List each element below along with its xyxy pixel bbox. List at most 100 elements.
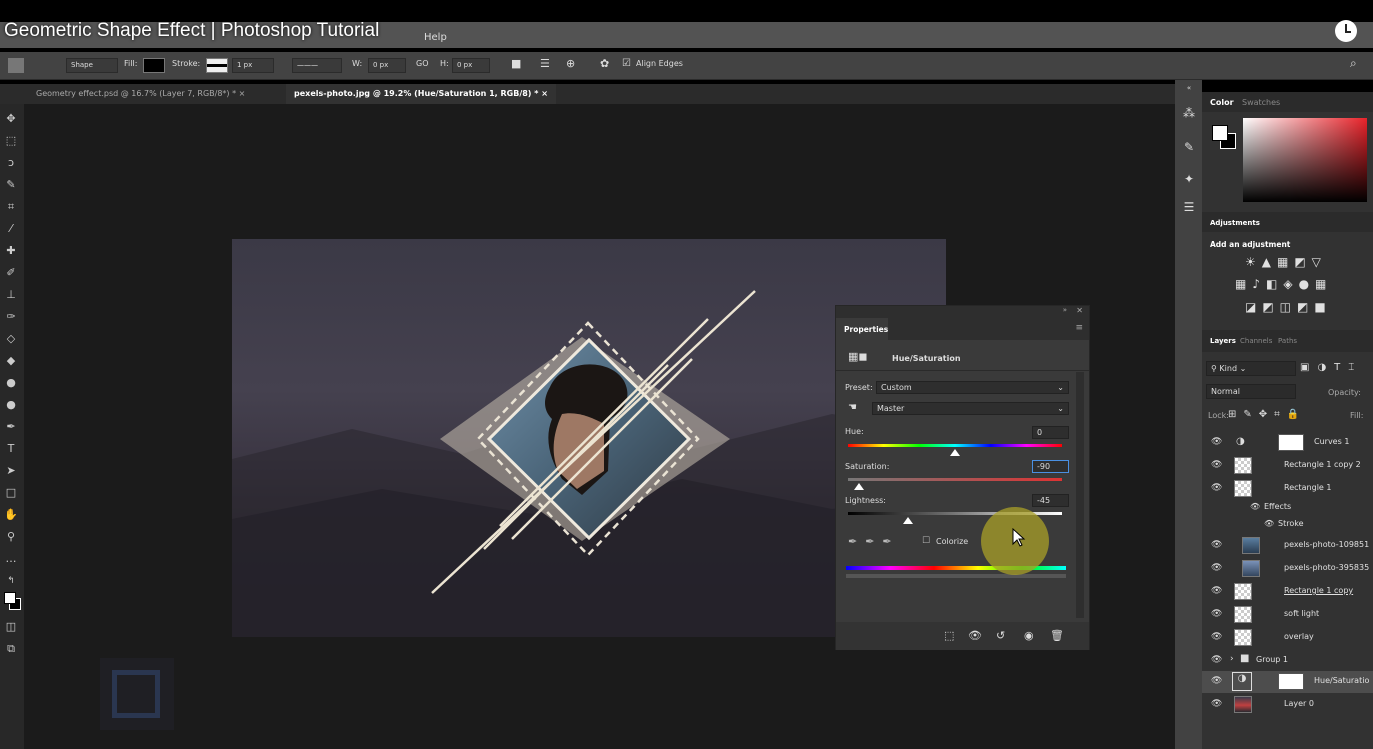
tab-properties[interactable]: Properties: [836, 318, 888, 340]
stroke-eye-icon[interactable]: 👁: [1264, 519, 1274, 528]
layer-row[interactable]: 👁 Rectangle 1 copy: [1202, 581, 1373, 603]
tab-swatches[interactable]: Swatches: [1242, 98, 1280, 107]
tab-channels[interactable]: Channels: [1240, 337, 1272, 345]
lasso-tool-icon[interactable]: ↄ: [4, 156, 18, 170]
menu-help[interactable]: Help: [424, 32, 447, 43]
quick-select-tool-icon[interactable]: ✎: [4, 178, 18, 192]
layer-row-selected[interactable]: 👁 ◑ Hue/Saturatio: [1202, 671, 1373, 693]
path-select-tool-icon[interactable]: ➤: [4, 464, 18, 478]
layer-effect-stroke-row[interactable]: 👁 Stroke: [1202, 516, 1373, 532]
blend-mode-select[interactable]: Normal: [1206, 384, 1296, 399]
panel-menu-icon[interactable]: ≡: [1075, 323, 1083, 333]
visibility-eye-icon[interactable]: 👁: [1211, 483, 1222, 493]
visibility-eye-icon[interactable]: 👁: [1211, 655, 1222, 665]
hue-value-field[interactable]: 0: [1032, 426, 1069, 439]
brush-tool-icon[interactable]: ✐: [4, 266, 18, 280]
visibility-eye-icon[interactable]: 👁: [1211, 563, 1222, 573]
trash-icon[interactable]: 🗑: [1050, 629, 1064, 642]
lightness-slider-knob[interactable]: [902, 517, 913, 524]
path-alignment-icon[interactable]: ☰: [540, 57, 550, 70]
tool-presets-icon[interactable]: ✦: [1181, 172, 1197, 188]
color-spectrum-picker[interactable]: [1243, 118, 1367, 202]
tab-paths[interactable]: Paths: [1278, 337, 1297, 345]
chevron-right-icon[interactable]: ›: [1230, 654, 1234, 664]
eyedropper-tool-icon[interactable]: ⁄: [4, 222, 18, 236]
reset-icon[interactable]: ↺: [996, 629, 1005, 642]
stroke-swatch[interactable]: [206, 58, 228, 73]
zoom-tool-icon[interactable]: ⚲: [4, 530, 18, 544]
close-icon[interactable]: ×: [541, 89, 548, 98]
layer-row[interactable]: 👁 Rectangle 1 copy 2: [1202, 455, 1373, 477]
adjustment-icons-row1[interactable]: ☀▲▦◩▽: [1245, 255, 1327, 269]
visibility-eye-icon[interactable]: 👁: [1211, 632, 1222, 642]
view-previous-state-icon[interactable]: 👁: [968, 629, 982, 642]
tab-color[interactable]: Color: [1210, 98, 1234, 107]
eraser-tool-icon[interactable]: ◇: [4, 332, 18, 346]
layer-row[interactable]: 👁 Layer 0: [1202, 694, 1373, 716]
eyedropper-icons[interactable]: ✒✒✒: [848, 535, 900, 548]
hue-slider-track[interactable]: [848, 444, 1062, 447]
layer-row[interactable]: 👁 pexels-photo-109851: [1202, 535, 1373, 557]
layer-row[interactable]: 👁 ◑ Curves 1: [1202, 432, 1373, 454]
targeted-adjustment-hand-icon[interactable]: ☚: [848, 402, 857, 413]
collapse-icon[interactable]: »: [1063, 306, 1067, 314]
path-arrangement-icon[interactable]: ⊕: [566, 57, 575, 70]
close-icon[interactable]: ✕: [1076, 306, 1083, 315]
visibility-eye-icon[interactable]: 👁: [1211, 586, 1222, 596]
type-tool-icon[interactable]: T: [4, 442, 18, 456]
search-icon[interactable]: ⌕: [1350, 56, 1357, 71]
properties-scrollbar[interactable]: [1076, 372, 1084, 618]
visibility-eye-icon[interactable]: 👁: [1211, 460, 1222, 470]
tab-geometry-effect[interactable]: Geometry effect.psd @ 16.7% (Layer 7, RG…: [28, 84, 253, 104]
visibility-eye-icon[interactable]: 👁: [1211, 699, 1222, 709]
more-tools-icon[interactable]: …: [4, 552, 18, 566]
path-operations-icon[interactable]: ■: [511, 57, 521, 70]
layer-effects-row[interactable]: 👁 Effects: [1202, 499, 1373, 515]
pen-tool-icon[interactable]: ✒: [4, 420, 18, 434]
tab-pexels-photo[interactable]: pexels-photo.jpg @ 19.2% (Hue/Saturation…: [286, 84, 556, 104]
dodge-tool-icon[interactable]: ●: [4, 398, 18, 412]
blur-tool-icon[interactable]: ●: [4, 376, 18, 390]
layer-filter-select[interactable]: ⚲ Kind ⌄: [1206, 361, 1296, 376]
screen-mode-icon[interactable]: ⧉: [4, 642, 18, 656]
quick-mask-icon[interactable]: ◫: [4, 620, 18, 634]
swap-colors-icon[interactable]: ↰: [4, 574, 18, 588]
move-tool-icon[interactable]: ✥: [4, 112, 18, 126]
watch-later-icon[interactable]: [1335, 20, 1357, 42]
history-brush-icon[interactable]: ✑: [4, 310, 18, 324]
tab-adjustments[interactable]: Adjustments: [1210, 219, 1260, 227]
layer-row[interactable]: 👁 Rectangle 1: [1202, 478, 1373, 500]
effects-eye-icon[interactable]: 👁: [1250, 502, 1260, 511]
fill-swatch[interactable]: [143, 58, 165, 73]
gear-icon[interactable]: ✿: [600, 57, 609, 70]
tab-layers[interactable]: Layers: [1210, 337, 1236, 345]
marquee-tool-icon[interactable]: ⬚: [4, 134, 18, 148]
visibility-eye-icon[interactable]: ◉: [1024, 629, 1034, 642]
saturation-value-field[interactable]: -90: [1032, 460, 1069, 473]
visibility-eye-icon[interactable]: 👁: [1211, 609, 1222, 619]
color-foreground-swatch[interactable]: [1212, 125, 1228, 141]
layer-row[interactable]: 👁 overlay: [1202, 627, 1373, 649]
visibility-eye-icon[interactable]: 👁: [1211, 437, 1222, 447]
layer-group-row[interactable]: 👁 › ■ Group 1: [1202, 650, 1373, 672]
brush-settings-icon[interactable]: ✎: [1181, 140, 1197, 156]
collapse-icon[interactable]: «: [1181, 84, 1197, 100]
shape-tool-icon[interactable]: □: [4, 486, 18, 500]
hue-slider-knob[interactable]: [950, 449, 960, 456]
align-edges-checkbox[interactable]: ☑: [622, 58, 631, 69]
height-field[interactable]: 0 px: [452, 58, 490, 73]
gradient-tool-icon[interactable]: ◆: [4, 354, 18, 368]
preset-select[interactable]: Custom ⌄: [876, 381, 1069, 394]
adjustment-icons-row3[interactable]: ◪◩◫◩■: [1245, 300, 1332, 314]
crop-tool-icon[interactable]: ⌗: [4, 200, 18, 214]
foreground-color-swatch[interactable]: [4, 592, 16, 604]
link-icon[interactable]: GO: [416, 59, 429, 68]
shape-mode-select[interactable]: Shape: [66, 58, 118, 73]
layer-row[interactable]: 👁 soft light: [1202, 604, 1373, 626]
layer-row[interactable]: 👁 pexels-photo-395835: [1202, 558, 1373, 580]
close-icon[interactable]: ×: [239, 89, 246, 98]
clip-to-layer-icon[interactable]: ⬚: [944, 629, 954, 642]
visibility-eye-icon[interactable]: 👁: [1211, 540, 1222, 550]
lock-icons[interactable]: ⊞✎✥⌗🔒: [1228, 409, 1306, 420]
saturation-slider-knob[interactable]: [853, 483, 864, 490]
